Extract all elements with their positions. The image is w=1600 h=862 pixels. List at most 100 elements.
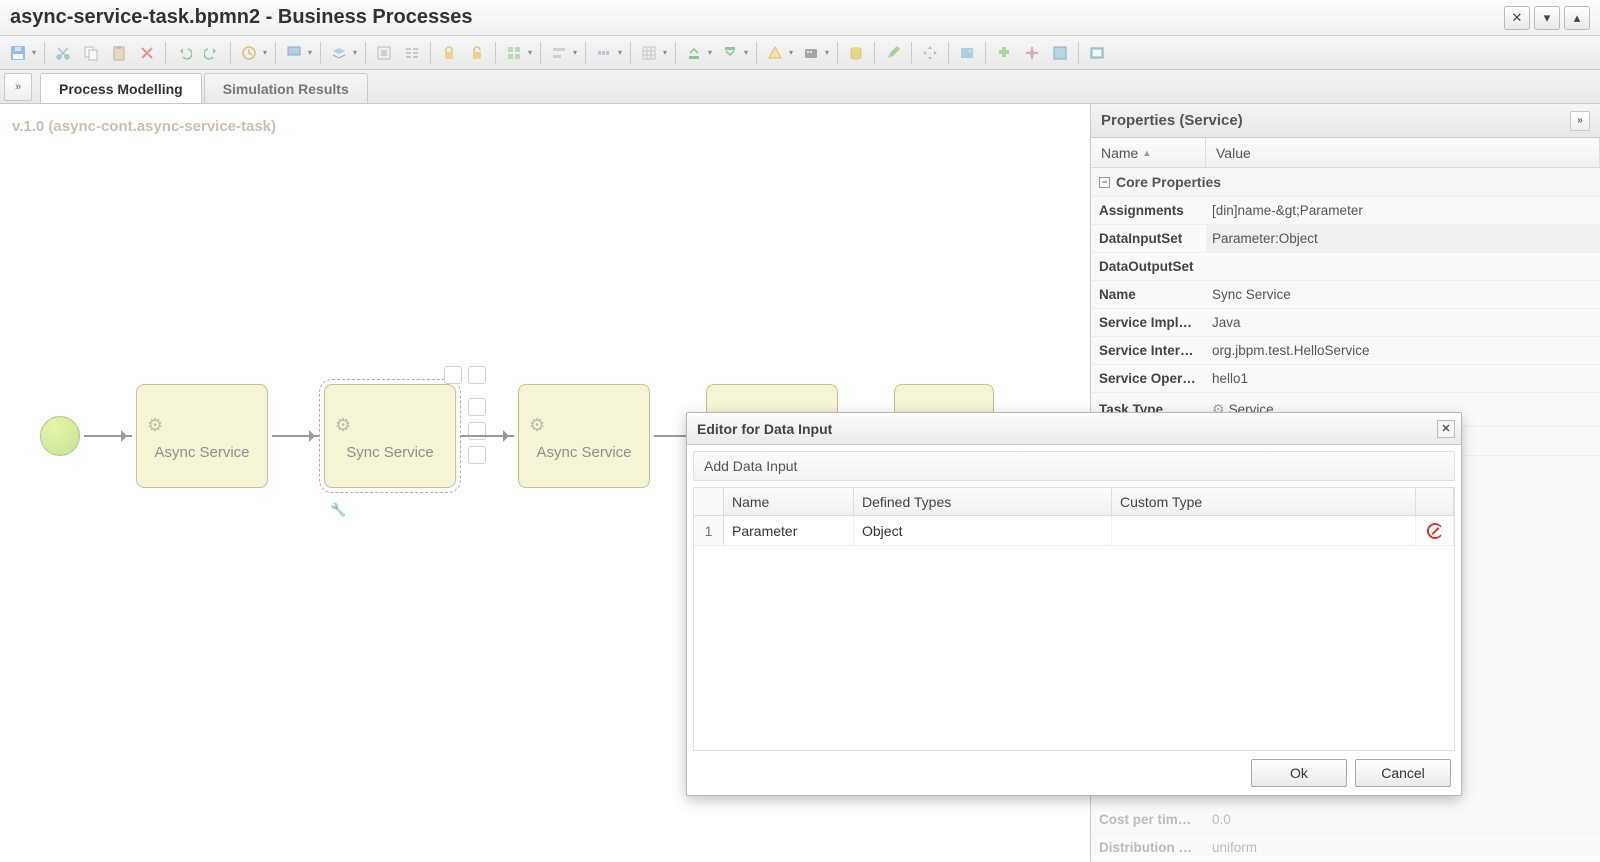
compact-icon[interactable] — [400, 41, 424, 65]
unlock-icon[interactable] — [465, 41, 489, 65]
col-custom-type-header[interactable]: Custom Type — [1112, 488, 1416, 515]
save-dropdown-icon[interactable]: ▾ — [30, 48, 38, 57]
screenshot-icon[interactable] — [955, 41, 979, 65]
export-dropdown-icon[interactable]: ▾ — [706, 48, 714, 57]
section-core-properties[interactable]: − Core Properties — [1091, 168, 1600, 197]
lock-icon[interactable] — [437, 41, 461, 65]
settings-icon[interactable] — [1048, 41, 1072, 65]
tab-row: » Process Modelling Simulation Results — [0, 70, 1600, 104]
delete-row-icon[interactable] — [1427, 523, 1443, 539]
cell-name[interactable]: Parameter — [724, 516, 854, 545]
prop-key: Distribution … — [1091, 840, 1206, 855]
context-action-3[interactable] — [468, 398, 486, 416]
plugin-icon[interactable] — [992, 41, 1016, 65]
prop-value[interactable]: hello1 — [1206, 365, 1600, 392]
window-title: async-service-task.bpmn2 - Business Proc… — [10, 6, 1500, 29]
collapse-palette-button[interactable]: » — [4, 73, 32, 101]
paste-icon[interactable] — [107, 41, 131, 65]
validate-dropdown-icon[interactable]: ▾ — [787, 48, 795, 57]
history-dropdown-icon[interactable]: ▾ — [261, 48, 269, 57]
add-data-input-button[interactable]: Add Data Input — [693, 451, 1455, 481]
simulate-dropdown-icon[interactable]: ▾ — [823, 48, 831, 57]
history-icon[interactable] — [237, 41, 261, 65]
close-icon[interactable]: ✕ — [1437, 420, 1455, 438]
ok-button[interactable]: Ok — [1251, 759, 1347, 787]
collapse-up-button[interactable]: ▴ — [1564, 6, 1590, 30]
sort-asc-icon: ▲ — [1142, 148, 1151, 158]
prop-value[interactable]: org.jbpm.test.HelloService — [1206, 337, 1600, 364]
delete-icon[interactable] — [135, 41, 159, 65]
dialog-title: Editor for Data Input — [697, 421, 832, 437]
collapse-icon[interactable]: − — [1099, 177, 1110, 188]
tab-simulation-results[interactable]: Simulation Results — [204, 73, 368, 103]
export-icon[interactable] — [682, 41, 706, 65]
prop-value[interactable]: Sync Service — [1206, 281, 1600, 308]
col-name-header[interactable]: Name▲ — [1091, 138, 1206, 167]
dialog-buttons: Ok Cancel — [687, 751, 1461, 795]
database-icon[interactable] — [844, 41, 868, 65]
context-action-1[interactable] — [444, 366, 462, 384]
cell-custom-type[interactable] — [1112, 516, 1416, 545]
titlebar: async-service-task.bpmn2 - Business Proc… — [0, 0, 1600, 36]
pencil-icon[interactable] — [881, 41, 905, 65]
data-input-table: Name Defined Types Custom Type 1 Paramet… — [693, 487, 1455, 751]
move-icon[interactable] — [918, 41, 942, 65]
close-button[interactable]: ✕ — [1504, 6, 1530, 30]
property-columns: Name▲ Value — [1091, 138, 1600, 168]
prop-value[interactable]: Java — [1206, 309, 1600, 336]
prop-value[interactable]: Parameter:Object — [1206, 225, 1600, 252]
fullscreen-icon[interactable] — [1085, 41, 1109, 65]
grid-icon[interactable] — [637, 41, 661, 65]
fit-icon[interactable] — [372, 41, 396, 65]
distribute-dropdown-icon[interactable]: ▾ — [616, 48, 624, 57]
grid-dropdown-icon[interactable]: ▾ — [661, 48, 669, 57]
align-dropdown-icon[interactable]: ▾ — [571, 48, 579, 57]
gear-icon: ⚙ — [147, 415, 163, 436]
undo-icon[interactable] — [172, 41, 196, 65]
redo-icon[interactable] — [200, 41, 224, 65]
simulate-icon[interactable] — [799, 41, 823, 65]
tab-process-modelling[interactable]: Process Modelling — [40, 73, 202, 103]
table-header: Name Defined Types Custom Type — [694, 488, 1454, 516]
task-sync-service-1[interactable]: ⚙ Sync Service — [324, 384, 456, 488]
plugin2-icon[interactable] — [1020, 41, 1044, 65]
import-icon[interactable] — [718, 41, 742, 65]
col-name-header[interactable]: Name — [724, 488, 854, 515]
dropdown-button[interactable]: ▾ — [1534, 6, 1560, 30]
sequence-flow[interactable] — [272, 435, 320, 437]
task-label: Async Service — [154, 444, 249, 461]
sequence-flow[interactable] — [460, 435, 514, 437]
group-dropdown-icon[interactable]: ▾ — [526, 48, 534, 57]
expand-panel-button[interactable]: » — [1570, 111, 1590, 131]
prop-key: Name — [1091, 287, 1206, 302]
prop-value[interactable] — [1206, 253, 1600, 280]
context-action-5[interactable] — [468, 446, 486, 464]
table-row[interactable]: 1 Parameter Object — [694, 516, 1454, 546]
prop-key: Service Oper… — [1091, 371, 1206, 386]
zoom-dropdown-icon[interactable]: ▾ — [306, 48, 314, 57]
layers-dropdown-icon[interactable]: ▾ — [351, 48, 359, 57]
cut-icon[interactable] — [51, 41, 75, 65]
cancel-button[interactable]: Cancel — [1355, 759, 1451, 787]
context-action-4[interactable] — [468, 422, 486, 440]
distribute-icon[interactable] — [592, 41, 616, 65]
cell-defined-type[interactable]: Object — [854, 516, 1112, 545]
prop-key: DataOutputSet — [1091, 259, 1206, 274]
task-async-service-1[interactable]: ⚙ Async Service — [136, 384, 268, 488]
wrench-icon[interactable]: 🔧 — [330, 502, 346, 518]
zoom-icon[interactable] — [282, 41, 306, 65]
col-value-header[interactable]: Value — [1206, 138, 1600, 167]
align-icon[interactable] — [547, 41, 571, 65]
col-defined-types-header[interactable]: Defined Types — [854, 488, 1112, 515]
group-icon[interactable] — [502, 41, 526, 65]
context-action-2[interactable] — [468, 366, 486, 384]
import-dropdown-icon[interactable]: ▾ — [742, 48, 750, 57]
validate-icon[interactable] — [763, 41, 787, 65]
save-icon[interactable] — [6, 41, 30, 65]
task-async-service-2[interactable]: ⚙ Async Service — [518, 384, 650, 488]
prop-value[interactable]: [din]name-&gt;Parameter — [1206, 197, 1600, 224]
start-event[interactable] — [40, 416, 80, 456]
copy-icon[interactable] — [79, 41, 103, 65]
sequence-flow[interactable] — [84, 435, 132, 437]
layers-icon[interactable] — [327, 41, 351, 65]
